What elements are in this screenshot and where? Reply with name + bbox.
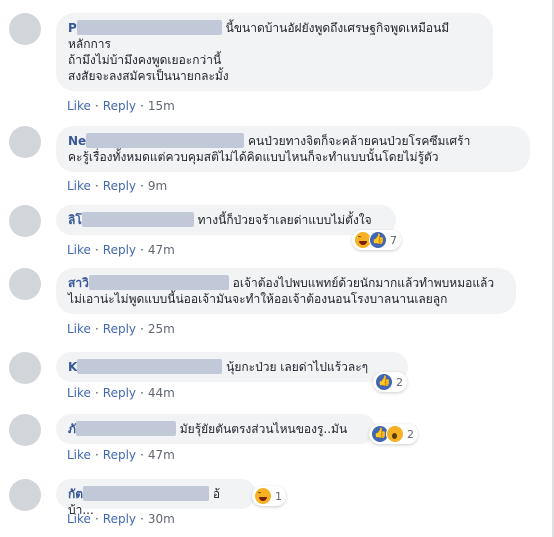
comment-bubble: ภั มัยรุ้ยัยตันตรงส่วนไหนของรู..มัน [56,414,376,444]
like-reaction-icon [369,231,387,249]
comments-panel: P นี้ขนาดบ้านอัฝยังพูดถึงเศรษฐกิจพูดเหมื… [0,0,554,537]
comment-author[interactable]: K [68,360,77,374]
comment-bubble: สาวิ อเจ้าต้องไปพบแพทย์ด้วยนักมากแล้วทำพ… [56,268,516,314]
comment-text: มัยรุ้ยัยตันตรงส่วนไหนของรู..มัน [179,422,348,436]
avatar[interactable] [9,414,41,446]
avatar[interactable] [9,479,41,511]
separator: · [140,322,144,336]
comment-bubble: ลิโ ทางนี้ก็ป่วยจร้าเลยด่าแบบไม่ตั้งใจ [56,205,396,235]
avatar[interactable] [9,126,41,158]
reply-button[interactable]: Reply [103,179,136,193]
comment-text: ทางนี้ก็ป่วยจร้าเลยด่าแบบไม่ตั้งใจ [197,213,372,227]
like-button[interactable]: Like [67,386,91,400]
blurred-name [75,421,176,436]
separator: · [140,512,144,526]
reply-button[interactable]: Reply [103,322,136,336]
like-button[interactable]: Like [67,179,91,193]
avatar[interactable] [9,205,41,237]
separator: · [94,448,99,462]
timestamp[interactable]: 44m [148,386,175,400]
comment-text: นุ้ยกะป่วย เลยด่าไปแร้วละๆ [226,360,369,374]
comment-bubble: Ne คนป่วยทางจิตก็จะคล้ายคนป่วยโรคซึมเศร้… [56,126,530,172]
comment-author[interactable]: ภั [68,422,76,436]
blurred-name [83,486,210,501]
reaction-count: 2 [396,375,403,389]
avatar[interactable] [9,352,41,384]
reaction-summary[interactable]: 2 [373,372,407,392]
like-button[interactable]: Like [67,322,91,336]
blurred-name [88,275,229,290]
separator: · [140,179,144,193]
comment-actions: Like · Reply · 44m [67,386,175,400]
separator: · [94,243,99,257]
reply-button[interactable]: Reply [103,243,136,257]
haha-reaction-icon [254,487,272,505]
comment-author[interactable]: สาวิ [68,276,89,290]
timestamp[interactable]: 47m [148,448,175,462]
separator: · [140,243,144,257]
timestamp[interactable]: 15m [148,99,175,113]
timestamp[interactable]: 47m [148,243,175,257]
like-button[interactable]: Like [67,243,91,257]
blurred-name [86,133,245,148]
reply-button[interactable]: Reply [103,512,136,526]
comment-actions: Like · Reply · 47m [67,448,175,462]
comment-actions: Like · Reply · 25m [67,322,175,336]
like-button[interactable]: Like [67,512,91,526]
separator: · [140,448,144,462]
reaction-summary[interactable]: 2 [369,424,418,444]
timestamp[interactable]: 30m [148,512,175,526]
separator: · [94,322,99,336]
avatar[interactable] [9,268,41,300]
blurred-name [77,359,223,374]
comment-author[interactable]: ลิโ [68,213,82,227]
timestamp[interactable]: 9m [148,179,167,193]
comment-bubble: กัต อ้บ้า... [56,479,256,517]
reaction-summary[interactable]: 1 [252,486,286,506]
reply-button[interactable]: Reply [103,99,136,113]
comment-actions: Like · Reply · 47m [67,243,175,257]
comment-actions: Like · Reply · 30m [67,512,175,526]
comment-author[interactable]: Ne [68,134,86,148]
reply-button[interactable]: Reply [103,448,136,462]
reply-button[interactable]: Reply [103,386,136,400]
blurred-name [76,20,222,35]
comment-actions: Like · Reply · 15m [67,99,175,113]
separator: · [94,99,99,113]
wow-reaction-icon [386,425,404,443]
separator: · [140,99,144,113]
comment-actions: Like · Reply · 9m [67,179,167,193]
like-button[interactable]: Like [67,99,91,113]
like-reaction-icon [375,373,393,391]
reaction-count: 1 [275,489,282,503]
reaction-count: 2 [407,427,414,441]
comment-bubble: K นุ้ยกะป่วย เลยด่าไปแร้วละๆ [56,352,408,382]
blurred-name [81,212,194,227]
comment-author[interactable]: P [68,21,77,35]
reaction-summary[interactable]: 7 [352,230,401,250]
like-button[interactable]: Like [67,448,91,462]
reaction-count: 7 [390,233,397,247]
timestamp[interactable]: 25m [148,322,175,336]
separator: · [94,179,99,193]
separator: · [140,386,144,400]
separator: · [94,512,99,526]
comment-author[interactable]: กัต [68,487,83,501]
avatar[interactable] [9,13,41,45]
separator: · [94,386,99,400]
comment-bubble: P นี้ขนาดบ้านอัฝยังพูดถึงเศรษฐกิจพูดเหมื… [56,13,493,91]
